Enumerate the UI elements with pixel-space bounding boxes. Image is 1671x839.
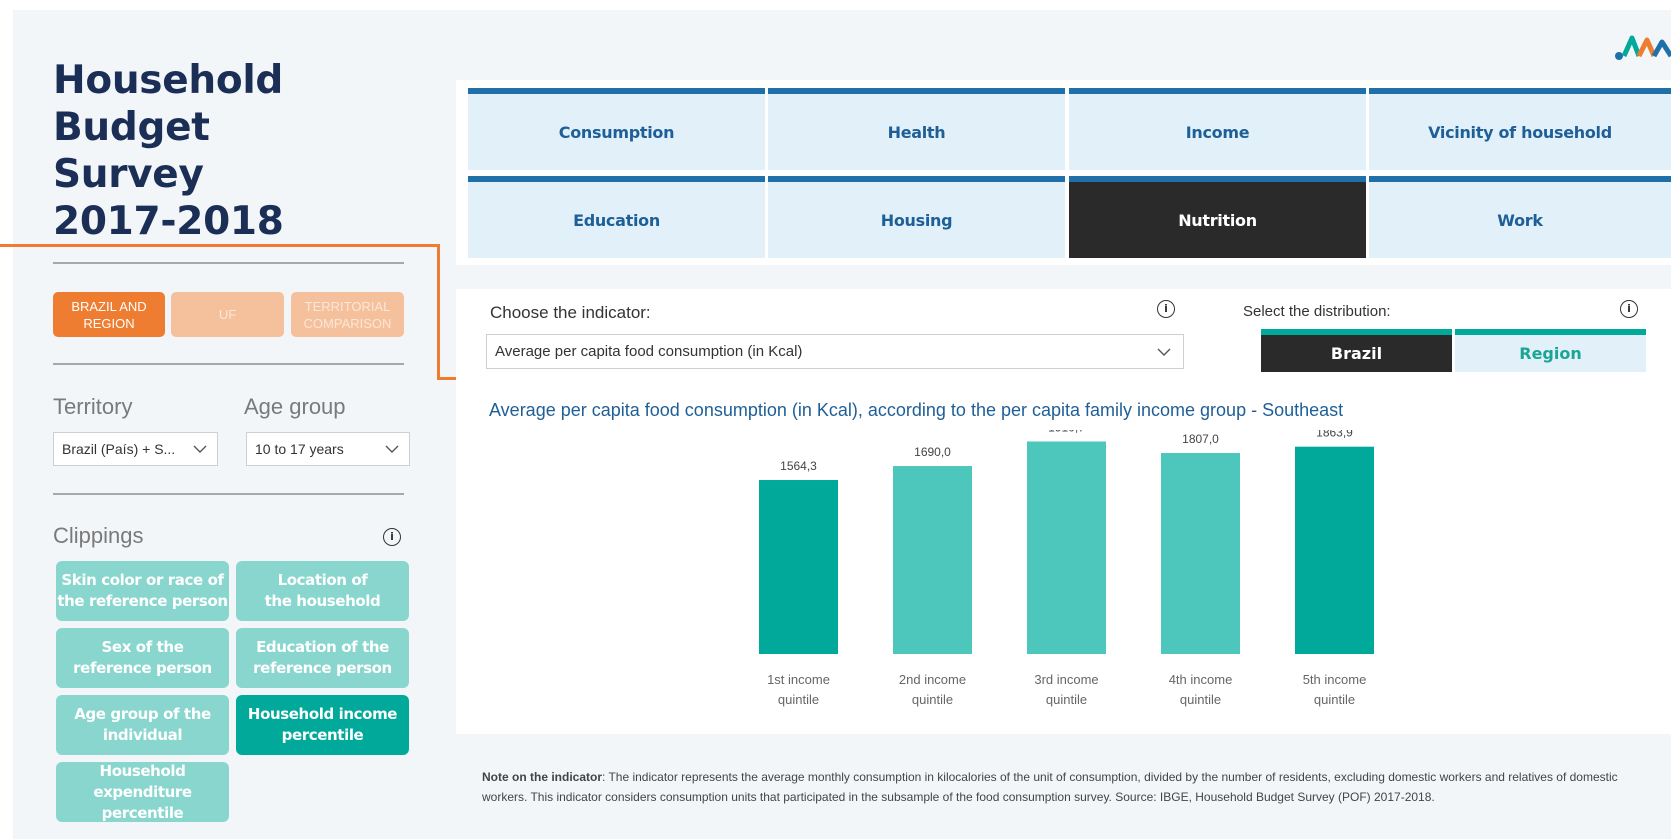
note-text: : The indicator represents the average m…	[482, 770, 1618, 804]
divider	[53, 363, 404, 365]
level-tab-brazil-region[interactable]: BRAZIL AND REGION	[53, 292, 165, 337]
clipping-label: Location of the household	[264, 571, 381, 610]
clipping-label: Household income percentile	[247, 705, 398, 744]
page-title: Household Budget Survey 2017-2018	[53, 57, 284, 245]
clipping-label: Education of the reference person	[253, 638, 392, 677]
clipping-education[interactable]: Education of the reference person	[236, 628, 409, 688]
title-line: Household	[53, 58, 284, 103]
x-tick-label: quintile	[1180, 692, 1221, 707]
info-icon[interactable]: i	[383, 528, 401, 546]
clipping-label: Sex of the reference person	[73, 638, 212, 677]
theme-education[interactable]: Education	[468, 176, 765, 258]
x-tick-label: quintile	[912, 692, 953, 707]
theme-label: Work	[1497, 210, 1543, 230]
info-icon[interactable]: i	[1620, 300, 1638, 318]
data-label: 1564,3	[780, 459, 817, 473]
theme-label: Health	[887, 122, 946, 142]
distribution-option-label: Region	[1519, 344, 1582, 363]
bar[interactable]	[1027, 441, 1106, 654]
bar[interactable]	[1161, 453, 1240, 654]
divider	[53, 493, 404, 495]
app-logo	[1615, 35, 1671, 60]
theme-label: Income	[1185, 122, 1250, 142]
level-tab-territorial-comparison[interactable]: TERRITORIAL COMPARISON	[291, 292, 404, 337]
bar-chart: 1564,3 1st income quintile 1690,0 2nd income…	[759, 430, 1374, 707]
divider	[53, 262, 404, 264]
chevron-down-icon	[1157, 348, 1171, 356]
x-tick-label: 2nd income	[899, 672, 966, 687]
clipping-household-income[interactable]: Household income percentile	[236, 695, 409, 755]
bar[interactable]	[1295, 446, 1374, 654]
clipping-label: Age group of the individual	[74, 705, 211, 744]
theme-label: Vicinity of household	[1428, 122, 1612, 142]
chart-title: Average per capita food consumption (in …	[489, 400, 1344, 420]
level-tab-label: BRAZIL AND REGION	[71, 298, 147, 331]
x-tick-label: 4th income	[1169, 672, 1233, 687]
clipping-skin-color[interactable]: Skin color or race of the reference pers…	[56, 561, 229, 621]
distribution-region-button[interactable]: Region	[1455, 329, 1646, 372]
annotation-line	[0, 244, 440, 247]
clipping-label: Household expenditure percentile	[93, 761, 192, 822]
x-tick-label: quintile	[1046, 692, 1087, 707]
theme-consumption[interactable]: Consumption	[468, 88, 765, 170]
x-tick-label: quintile	[778, 692, 819, 707]
title-line: 2017-2018	[53, 199, 284, 244]
distribution-option-label: Brazil	[1330, 344, 1383, 363]
theme-work[interactable]: Work	[1369, 176, 1671, 258]
title-line: Survey	[53, 152, 204, 197]
chevron-down-icon	[193, 445, 207, 453]
x-tick-label: 5th income	[1303, 672, 1367, 687]
clipping-label: Skin color or race of the reference pers…	[57, 571, 228, 610]
level-tab-label: UF	[218, 307, 237, 322]
bar[interactable]	[893, 466, 972, 654]
data-label: 1863,9	[1316, 430, 1353, 440]
info-icon[interactable]: i	[1157, 300, 1175, 318]
clipping-location[interactable]: Location of the household	[236, 561, 409, 621]
theme-label: Education	[573, 210, 660, 230]
theme-nutrition[interactable]: Nutrition	[1069, 176, 1366, 258]
theme-income[interactable]: Income	[1069, 88, 1366, 170]
indicator-label: Choose the indicator:	[490, 303, 651, 322]
theme-housing[interactable]: Housing	[768, 176, 1065, 258]
age-group-label: Age group	[244, 394, 346, 419]
theme-label: Housing	[880, 210, 953, 230]
x-tick-label: 3rd income	[1034, 672, 1098, 687]
note-lead: Note on the indicator	[482, 770, 602, 784]
chevron-down-icon	[385, 445, 399, 453]
x-tick-label: 1st income	[767, 672, 830, 687]
territory-label: Territory	[53, 394, 133, 419]
clippings-label: Clippings	[53, 523, 144, 548]
title-line: Budget	[53, 105, 210, 150]
theme-label: Nutrition	[1178, 210, 1257, 230]
data-label: 1807,0	[1182, 432, 1219, 446]
indicator-note: Note on the indicator: The indicator rep…	[482, 767, 1652, 807]
annotation-line	[437, 244, 440, 380]
clipping-sex[interactable]: Sex of the reference person	[56, 628, 229, 688]
indicator-dropdown[interactable]: Average per capita food consumption (in …	[486, 334, 1184, 369]
x-tick-label: quintile	[1314, 692, 1355, 707]
clipping-age-group[interactable]: Age group of the individual	[56, 695, 229, 755]
theme-health[interactable]: Health	[768, 88, 1065, 170]
age-group-value: 10 to 17 years	[255, 441, 344, 457]
indicator-value: Average per capita food consumption (in …	[495, 343, 803, 360]
level-tab-uf[interactable]: UF	[171, 292, 284, 337]
data-label: 1910,7	[1048, 430, 1085, 434]
distribution-label: Select the distribution:	[1243, 303, 1391, 320]
territory-value: Brazil (País) + S...	[62, 441, 176, 457]
distribution-brazil-button[interactable]: Brazil	[1261, 329, 1452, 372]
level-tab-label: TERRITORIAL COMPARISON	[303, 298, 392, 331]
territory-dropdown[interactable]: Brazil (País) + S...	[53, 432, 218, 466]
clipping-household-expenditure[interactable]: Household expenditure percentile	[56, 762, 229, 822]
theme-vicinity[interactable]: Vicinity of household	[1369, 88, 1671, 170]
bar[interactable]	[759, 480, 838, 654]
theme-label: Consumption	[558, 122, 675, 142]
age-group-dropdown[interactable]: 10 to 17 years	[246, 432, 410, 466]
data-label: 1690,0	[914, 445, 951, 459]
